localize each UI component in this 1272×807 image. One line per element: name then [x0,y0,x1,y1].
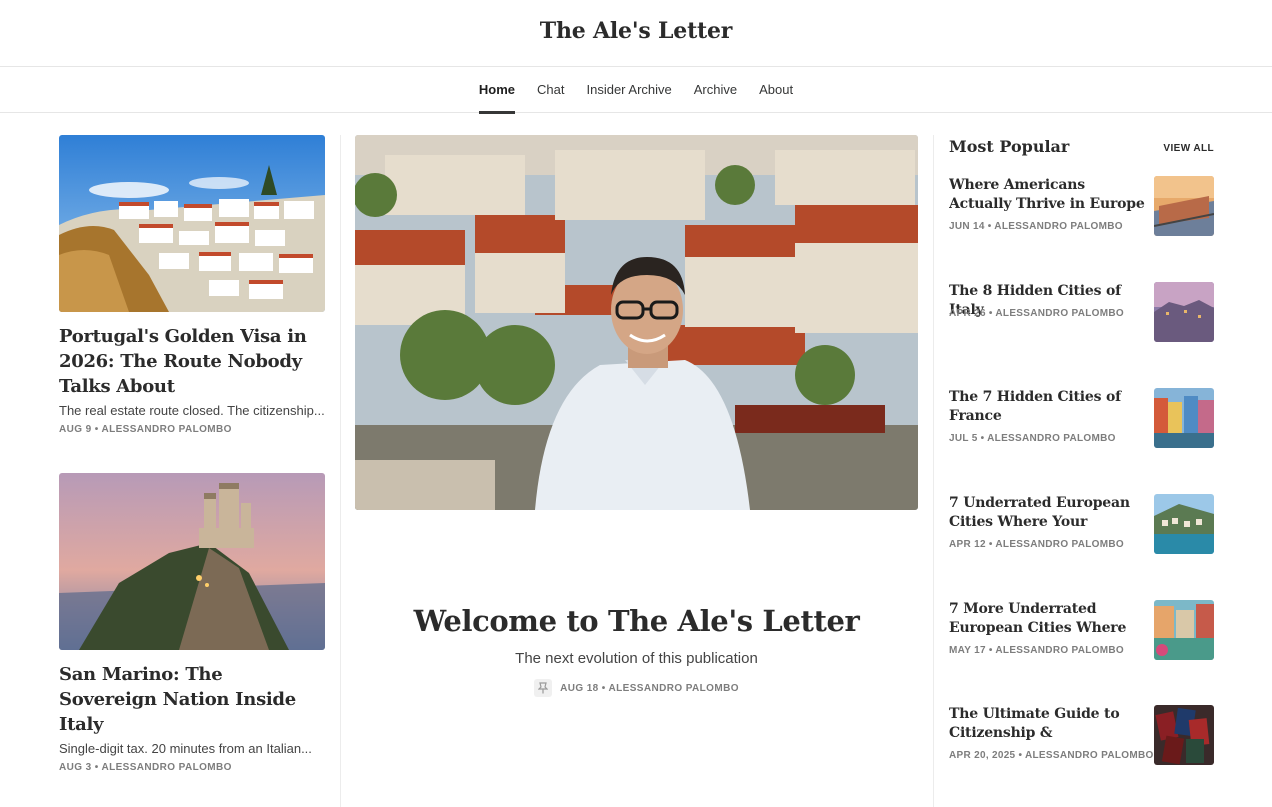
popular-item[interactable]: The Ultimate Guide to Citizenship & Resi… [949,705,1214,767]
post-meta: AUG 3 • ALESSANDRO PALOMBO [59,762,232,773]
main-nav: Home Chat Insider Archive Archive About [0,67,1272,114]
post-card[interactable]: San Marino: The Sovereign Nation Inside … [59,473,325,773]
popular-item[interactable]: The 8 Hidden Cities of Italy APR 26 • AL… [949,282,1214,344]
hero-title[interactable]: Welcome to The Ale's Letter [355,604,918,638]
popular-item-title[interactable]: The Ultimate Guide to Citizenship & Resi… [949,705,1145,743]
popular-item-thumb[interactable] [1154,600,1214,660]
popular-item-thumb[interactable] [1154,282,1214,342]
pin-icon [534,679,553,697]
popular-item-title[interactable]: Where Americans Actually Thrive in Europ… [949,176,1145,214]
popular-item-title[interactable]: 7 More Underrated European Cities Where … [949,600,1145,638]
site-title[interactable]: The Ale's Letter [0,18,1272,44]
popular-item[interactable]: The 7 Hidden Cities of France JUL 5 • AL… [949,388,1214,450]
popular-item-thumb[interactable] [1154,388,1214,448]
popular-item-thumb[interactable] [1154,494,1214,554]
popular-item-meta: JUN 14 • ALESSANDRO PALOMBO [949,221,1123,232]
post-subtitle: The real estate route closed. The citize… [59,403,325,418]
hero-image[interactable] [355,135,918,510]
popular-item[interactable]: 7 More Underrated European Cities Where … [949,600,1214,662]
nav-insider-archive[interactable]: Insider Archive [586,67,671,113]
popular-item[interactable]: 7 Underrated European Cities Where Your … [949,494,1214,556]
hero-subtitle: The next evolution of this publication [515,650,758,667]
popular-item-meta: APR 26 • ALESSANDRO PALOMBO [949,308,1124,319]
hero-meta-row: AUG 18 • ALESSANDRO PALOMBO [355,679,918,697]
popular-item-meta: JUL 5 • ALESSANDRO PALOMBO [949,433,1116,444]
popular-item-thumb[interactable] [1154,705,1214,765]
nav-bar: Home Chat Insider Archive Archive About [0,67,1272,114]
popular-item-title[interactable]: The 7 Hidden Cities of France [949,388,1145,426]
nav-chat[interactable]: Chat [537,67,564,113]
post-image[interactable] [59,135,325,312]
most-popular-heading: Most Popular [949,137,1070,156]
hero-meta: AUG 18 • ALESSANDRO PALOMBO [560,682,739,694]
post-title[interactable]: San Marino: The Sovereign Nation Inside … [59,662,325,737]
popular-item-meta: MAY 17 • ALESSANDRO PALOMBO [949,645,1124,656]
nav-about[interactable]: About [759,67,793,113]
post-title[interactable]: Portugal's Golden Visa in 2026: The Rout… [59,324,325,399]
site-header: The Ale's Letter [0,0,1272,67]
column-divider [933,135,934,807]
post-image[interactable] [59,473,325,650]
popular-item[interactable]: Where Americans Actually Thrive in Europ… [949,176,1214,238]
popular-item-meta: APR 12 • ALESSANDRO PALOMBO [949,539,1124,550]
post-subtitle: Single-digit tax. 20 minutes from an Ita… [59,741,312,756]
view-all-link[interactable]: VIEW ALL [1140,143,1214,154]
nav-home[interactable]: Home [478,67,516,114]
post-card[interactable]: Portugal's Golden Visa in 2026: The Rout… [59,135,325,435]
popular-item-title[interactable]: 7 Underrated European Cities Where Your … [949,494,1145,532]
popular-item-meta: APR 20, 2025 • ALESSANDRO PALOMBO [949,750,1154,761]
nav-archive[interactable]: Archive [694,67,737,113]
popular-item-thumb[interactable] [1154,176,1214,236]
column-divider [340,135,341,807]
post-meta: AUG 9 • ALESSANDRO PALOMBO [59,424,232,435]
